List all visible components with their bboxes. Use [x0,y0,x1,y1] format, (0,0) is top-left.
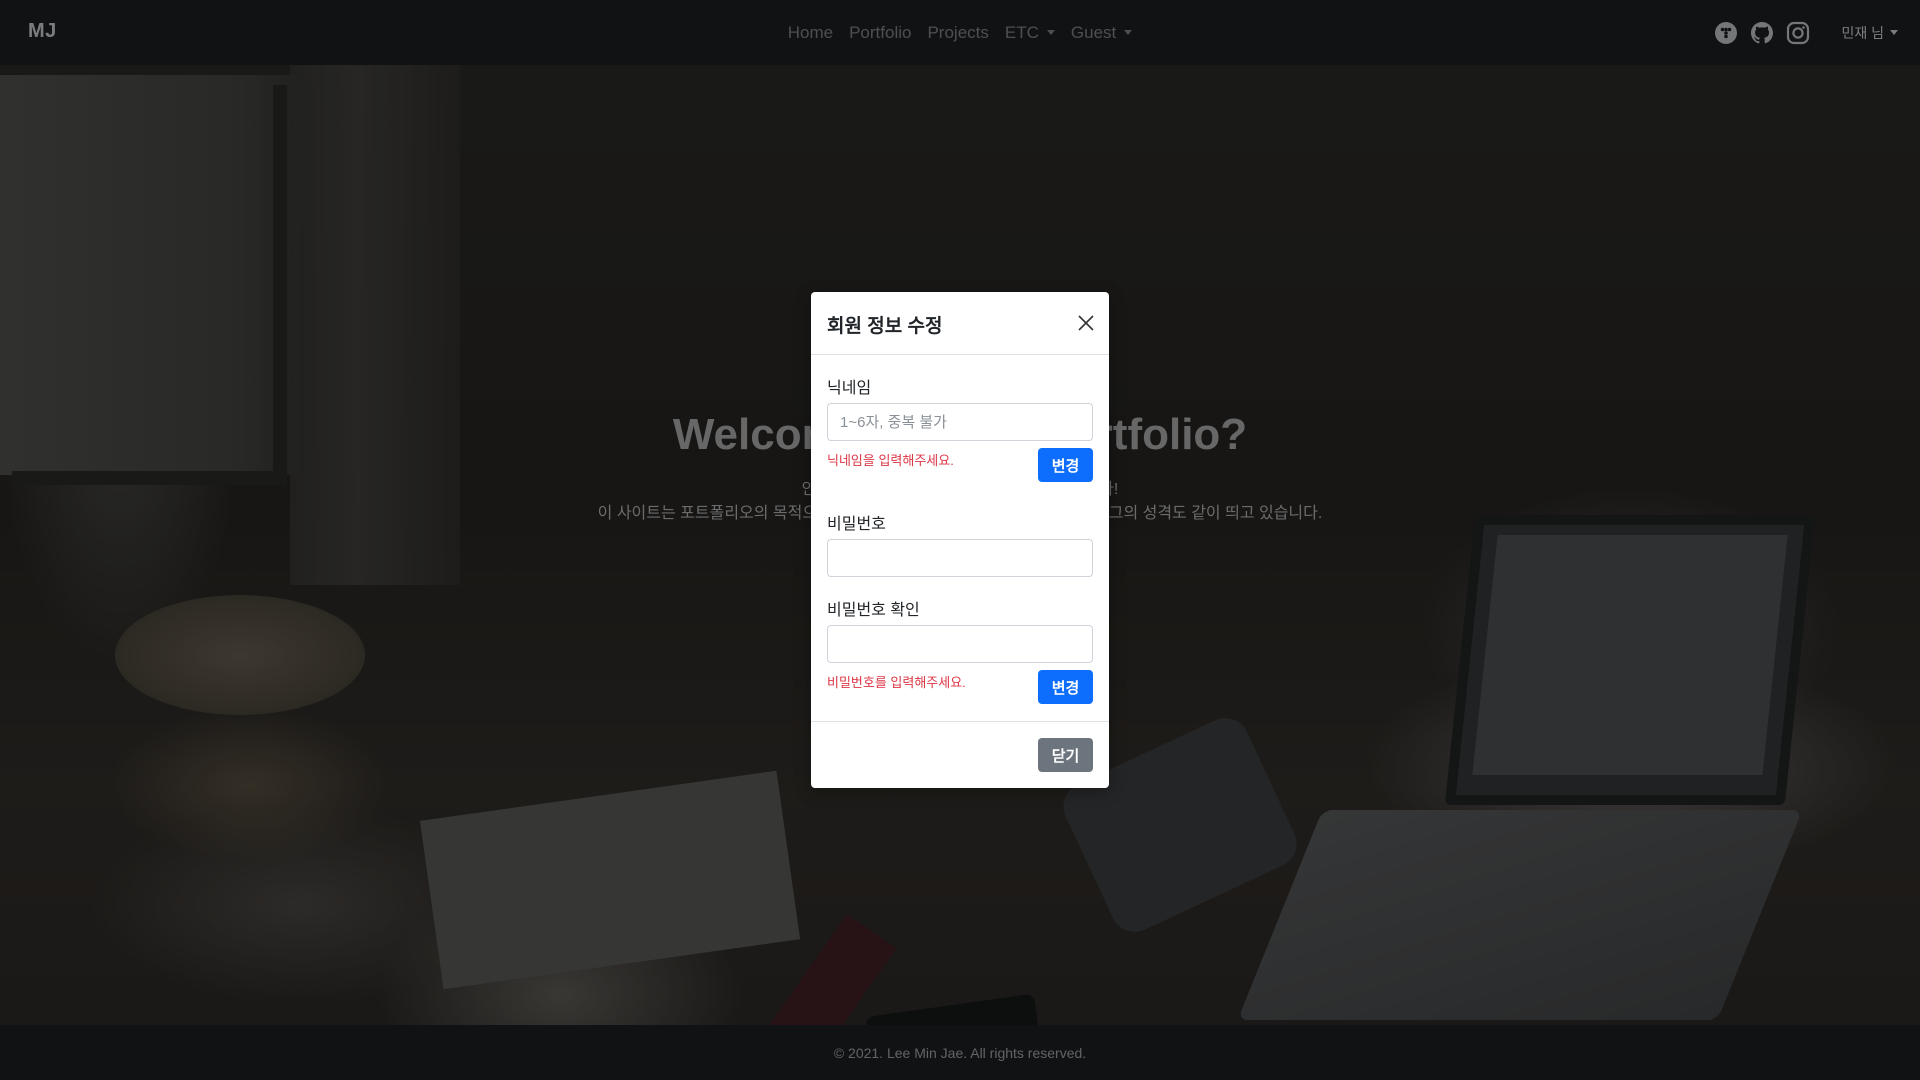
nickname-label: 닉네임 [827,380,872,397]
nickname-error: 닉네임을 입력해주세요. [827,453,954,468]
modal-title: 회원 정보 수정 [827,316,943,337]
password-label: 비밀번호 [827,516,886,533]
password-confirm-input[interactable] [827,625,1093,663]
password-confirm-label: 비밀번호 확인 [827,602,920,619]
change-nickname-button[interactable]: 변경 [1038,448,1093,482]
modal-header: 회원 정보 수정 [811,292,1109,355]
nickname-input[interactable] [827,403,1093,441]
close-button[interactable]: 닫기 [1038,738,1093,772]
edit-profile-modal: 회원 정보 수정 닉네임 닉네임을 입력해주세요. 변경 비밀번호 비밀번호 확… [811,292,1109,788]
password-error: 비밀번호를 입력해주세요. [827,675,966,690]
password-input[interactable] [827,539,1093,577]
modal-footer: 닫기 [811,721,1109,788]
close-icon[interactable] [1075,312,1097,334]
change-password-button[interactable]: 변경 [1038,670,1093,704]
